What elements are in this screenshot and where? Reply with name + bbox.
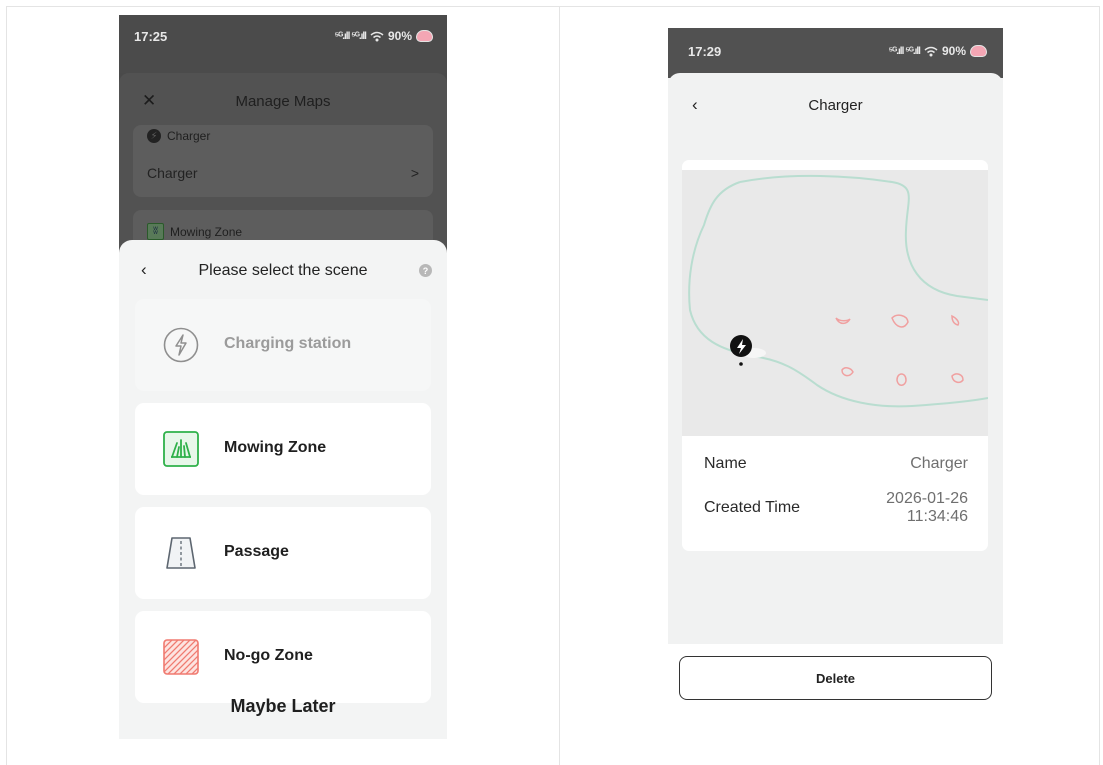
charger-row-label: Charger bbox=[147, 165, 198, 181]
wifi-icon bbox=[370, 31, 384, 41]
left-phone-screen: 17:25 ⁵ᴳ.ıll ⁵ᴳ.ıll 90% ✕ Manage Maps ⚡ … bbox=[119, 15, 447, 739]
brain-icon bbox=[416, 30, 433, 42]
battery-text: 90% bbox=[387, 29, 412, 43]
charger-section: ⚡ Charger Charger > bbox=[133, 125, 433, 197]
created-time-label: Created Time bbox=[704, 499, 801, 516]
charger-row[interactable]: Charger > bbox=[147, 165, 419, 181]
option-label: Charging station bbox=[224, 335, 352, 352]
option-label: Mowing Zone bbox=[224, 439, 327, 456]
page-title: Charger bbox=[808, 97, 863, 114]
name-label: Name bbox=[704, 455, 747, 472]
name-value: Charger bbox=[910, 455, 968, 472]
wifi-icon bbox=[924, 46, 938, 56]
name-row: Name Charger bbox=[704, 455, 968, 473]
sheet-header: ‹ Please select the scene ? bbox=[119, 260, 447, 284]
status-time: 17:29 bbox=[688, 44, 722, 59]
nogo-zone bbox=[896, 373, 907, 386]
delete-button[interactable]: Delete bbox=[679, 656, 992, 700]
map-view[interactable] bbox=[682, 170, 988, 436]
battery-text: 90% bbox=[941, 44, 966, 58]
right-phone-screen: 17:29 ⁵ᴳ.ıll ⁵ᴳ.ıll 90% ‹ Charger Name C… bbox=[668, 28, 1003, 648]
status-indicators: ⁵ᴳ.ıll ⁵ᴳ.ıll 90% bbox=[889, 44, 987, 58]
nogo-zone bbox=[841, 367, 854, 377]
option-passage[interactable]: Passage bbox=[135, 507, 431, 599]
brain-icon bbox=[970, 45, 987, 57]
charger-info-card: Name Charger Created Time 2026-01-26 11:… bbox=[682, 160, 988, 551]
signal-icon: ⁵ᴳ.ıll ⁵ᴳ.ıll bbox=[888, 45, 921, 57]
charger-marker-icon bbox=[730, 335, 752, 366]
option-mowing-zone[interactable]: Mowing Zone bbox=[135, 403, 431, 495]
sheet-title: Please select the scene bbox=[198, 262, 368, 279]
mowing-zone-section-header: ʬ Mowing Zone bbox=[147, 223, 242, 240]
option-label: Passage bbox=[224, 543, 289, 560]
chevron-right-icon: > bbox=[410, 165, 419, 181]
mowing-zone-section-label: Mowing Zone bbox=[170, 224, 243, 239]
nogo-zone bbox=[951, 373, 964, 384]
scene-select-sheet: ‹ Please select the scene ? Charging sta… bbox=[119, 240, 447, 739]
created-time-row: Created Time 2026-01-26 11:34:46 bbox=[704, 490, 968, 526]
created-clock: 11:34:46 bbox=[906, 508, 968, 525]
lightning-icon: ⚡ bbox=[147, 129, 161, 143]
hatched-square-icon bbox=[163, 639, 199, 675]
manage-maps-title: Manage Maps bbox=[235, 93, 331, 110]
status-indicators: ⁵ᴳ.ıll ⁵ᴳ.ıll 90% bbox=[335, 29, 433, 43]
nogo-zone bbox=[951, 314, 960, 326]
maybe-later-button[interactable]: Maybe Later bbox=[119, 696, 447, 717]
option-charging-station[interactable]: Charging station bbox=[135, 299, 431, 391]
panel-divider bbox=[559, 6, 560, 765]
grass-icon bbox=[163, 431, 199, 467]
charger-section-label: Charger bbox=[167, 129, 211, 143]
status-bar: 17:25 ⁵ᴳ.ıll ⁵ᴳ.ıll 90% bbox=[119, 15, 447, 73]
nogo-zone bbox=[835, 317, 851, 325]
option-no-go-zone[interactable]: No-go Zone bbox=[135, 611, 431, 703]
created-time-value: 2026-01-26 11:34:46 bbox=[886, 490, 968, 526]
status-time: 17:25 bbox=[134, 29, 168, 44]
boundary-line bbox=[739, 174, 988, 301]
lightning-circle-icon bbox=[163, 327, 199, 363]
created-date: 2026-01-26 bbox=[886, 490, 968, 507]
map-drawing bbox=[688, 174, 988, 408]
question-icon[interactable]: ? bbox=[419, 264, 432, 277]
charger-section-header: ⚡ Charger bbox=[147, 129, 210, 143]
signal-icon: ⁵ᴳ.ıll ⁵ᴳ.ıll bbox=[334, 30, 367, 42]
boundary-line bbox=[688, 181, 988, 408]
status-bar: 17:29 ⁵ᴳ.ıll ⁵ᴳ.ıll 90% bbox=[668, 28, 1003, 78]
road-icon bbox=[166, 537, 196, 569]
grass-icon: ʬ bbox=[147, 223, 164, 240]
option-label: No-go Zone bbox=[224, 647, 313, 664]
nogo-zone bbox=[891, 314, 909, 328]
